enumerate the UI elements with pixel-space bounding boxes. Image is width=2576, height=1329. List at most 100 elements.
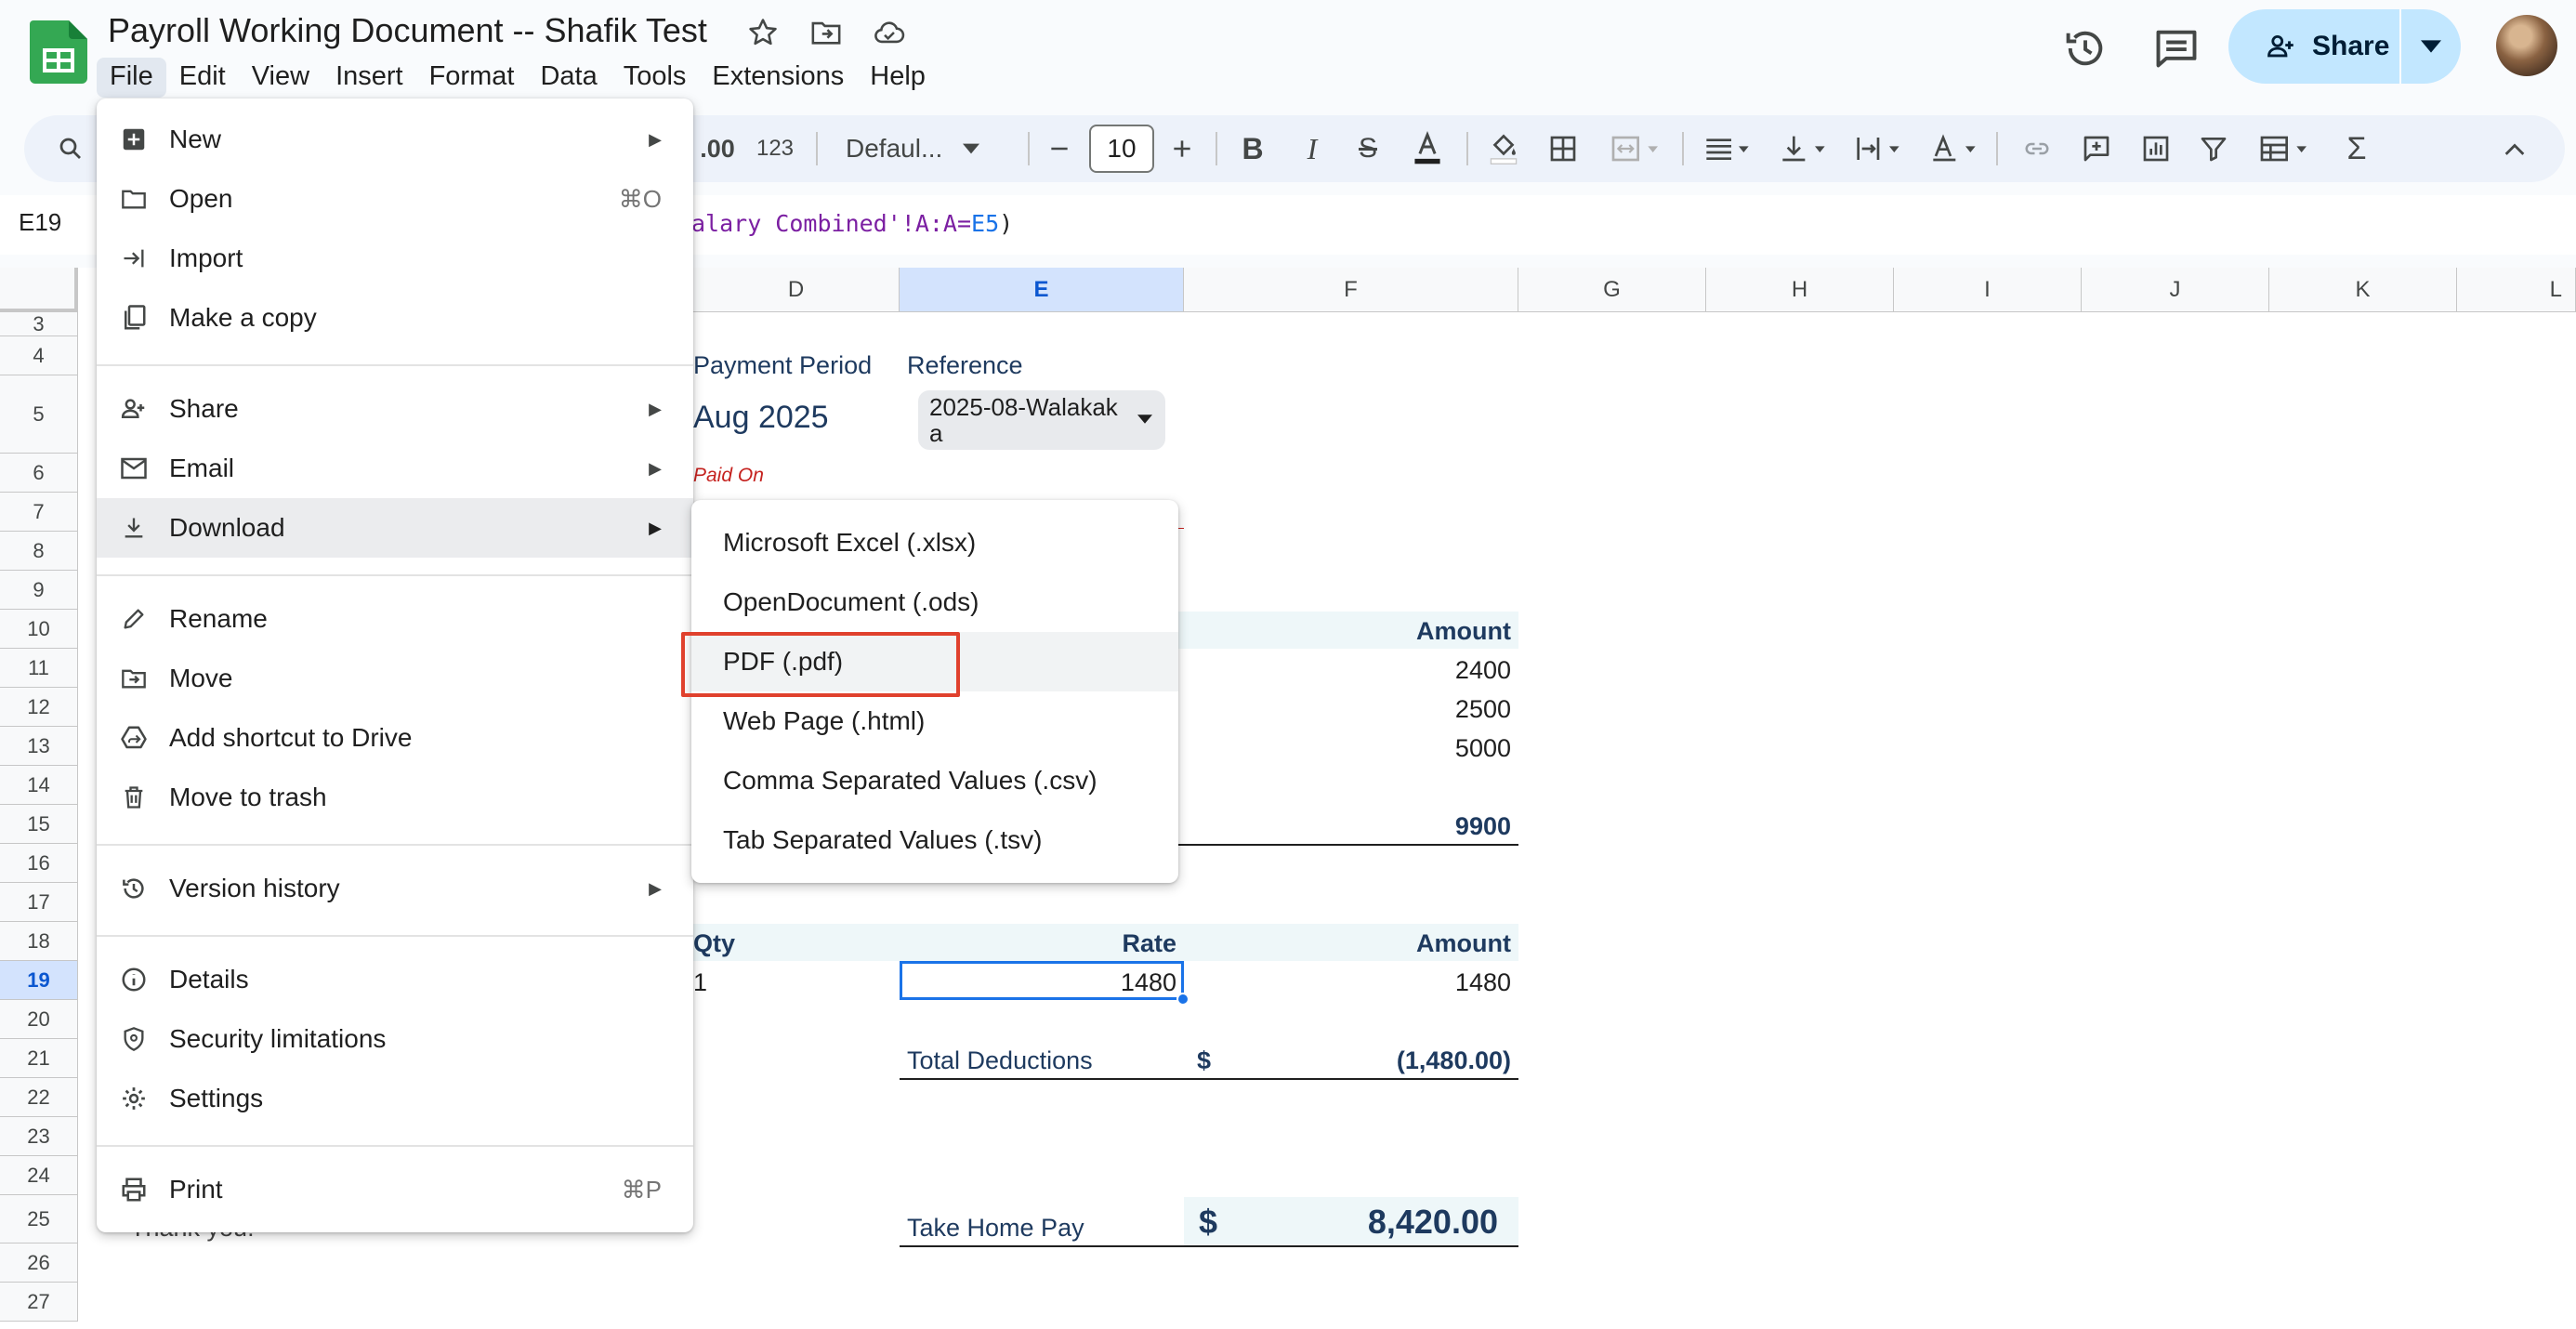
menu-item-add-shortcut[interactable]: Add shortcut to Drive (97, 708, 693, 768)
font-family-select[interactable]: Defaul... (833, 115, 1019, 182)
deductions-qty[interactable]: 1 (693, 968, 707, 997)
row-header-4[interactable]: 4 (0, 336, 78, 375)
row-header-5[interactable]: 5 (0, 375, 78, 454)
take-home-value[interactable]: 8,420.00 (1368, 1203, 1498, 1242)
row-header-23[interactable]: 23 (0, 1117, 78, 1156)
row-header-8[interactable]: 8 (0, 532, 78, 571)
menu-item-print[interactable]: Print ⌘P (97, 1160, 693, 1219)
row-header-13[interactable]: 13 (0, 727, 78, 766)
row-header-17[interactable]: 17 (0, 883, 78, 922)
insert-chart-icon[interactable] (2132, 115, 2180, 182)
earnings-value-2[interactable]: 2500 (1455, 695, 1511, 724)
menu-item-rename[interactable]: Rename (97, 589, 693, 649)
row-header-3[interactable]: 3 (0, 312, 78, 336)
earnings-value-1[interactable]: 2400 (1455, 656, 1511, 685)
row-header-9[interactable]: 9 (0, 571, 78, 610)
column-header-e[interactable]: E (900, 268, 1184, 312)
row-header-12[interactable]: 12 (0, 688, 78, 727)
bold-icon[interactable]: B (1229, 115, 1277, 182)
menu-item-email[interactable]: Email ▶ (97, 439, 693, 498)
menu-data[interactable]: Data (527, 58, 610, 98)
star-icon[interactable] (743, 13, 782, 52)
collapse-toolbar-icon[interactable] (2491, 115, 2539, 182)
italic-icon[interactable]: I (1288, 115, 1336, 182)
move-folder-icon[interactable] (807, 13, 846, 52)
reference-dropdown[interactable]: 2025-08-Walakak a (918, 390, 1165, 450)
download-xlsx[interactable]: Microsoft Excel (.xlsx) (691, 513, 1178, 572)
cloud-status-icon[interactable] (870, 13, 909, 52)
menu-tools[interactable]: Tools (611, 58, 700, 98)
text-wrapping-icon[interactable] (1846, 115, 1911, 182)
menu-item-move-to-trash[interactable]: Move to trash (97, 768, 693, 827)
row-header-19[interactable]: 19 (0, 961, 78, 1000)
menu-item-version-history[interactable]: Version history ▶ (97, 859, 693, 918)
sheets-logo-icon[interactable] (30, 20, 87, 84)
row-header-10[interactable]: 10 (0, 610, 78, 649)
menu-item-settings[interactable]: Settings (97, 1069, 693, 1128)
row-header-25[interactable]: 25 (0, 1195, 78, 1243)
earnings-value-3[interactable]: 5000 (1455, 734, 1511, 763)
menu-help[interactable]: Help (857, 58, 939, 98)
selected-cell-e19[interactable] (900, 961, 1184, 1000)
row-header-21[interactable]: 21 (0, 1039, 78, 1078)
row-header-26[interactable]: 26 (0, 1243, 78, 1283)
select-all-corner[interactable] (0, 268, 78, 312)
search-menus-icon[interactable] (52, 115, 89, 182)
row-header-6[interactable]: 6 (0, 454, 78, 493)
download-html[interactable]: Web Page (.html) (691, 691, 1178, 751)
avatar[interactable] (2496, 15, 2557, 76)
row-header-16[interactable]: 16 (0, 844, 78, 883)
row-header-11[interactable]: 11 (0, 649, 78, 688)
row-header-27[interactable]: 27 (0, 1283, 78, 1322)
deductions-amount[interactable]: 1480 (1455, 968, 1511, 997)
version-history-icon[interactable] (2061, 24, 2109, 72)
text-color-icon[interactable] (1403, 115, 1452, 182)
menu-item-share[interactable]: Share ▶ (97, 379, 693, 439)
download-ods[interactable]: OpenDocument (.ods) (691, 572, 1178, 632)
merge-cells-icon[interactable] (1598, 115, 1673, 182)
download-csv[interactable]: Comma Separated Values (.csv) (691, 751, 1178, 810)
share-main[interactable]: Share (2228, 9, 2399, 84)
column-header-f[interactable]: F (1184, 268, 1518, 312)
row-header-7[interactable]: 7 (0, 493, 78, 532)
row-header-24[interactable]: 24 (0, 1156, 78, 1195)
column-header-j[interactable]: J (2082, 268, 2269, 312)
strikethrough-icon[interactable]: S (1344, 115, 1392, 182)
menu-item-download[interactable]: Download ▶ (97, 498, 693, 558)
fill-handle[interactable] (1176, 993, 1189, 1006)
download-tsv[interactable]: Tab Separated Values (.tsv) (691, 810, 1178, 870)
functions-icon[interactable]: Σ (2333, 115, 2381, 182)
menu-format[interactable]: Format (416, 58, 528, 98)
insert-link-icon[interactable] (2013, 115, 2061, 182)
share-options-button[interactable] (2401, 40, 2461, 53)
column-header-g[interactable]: G (1518, 268, 1706, 312)
earnings-total[interactable]: 9900 (1455, 812, 1511, 841)
menu-item-import[interactable]: Import (97, 229, 693, 288)
fill-color-icon[interactable] (1479, 115, 1528, 182)
insert-comment-icon[interactable] (2072, 115, 2121, 182)
menu-item-new[interactable]: New ▶ (97, 110, 693, 169)
menu-extensions[interactable]: Extensions (699, 58, 857, 98)
share-button[interactable]: Share (2228, 9, 2461, 84)
menu-item-open[interactable]: Open ⌘O (97, 169, 693, 229)
row-header-18[interactable]: 18 (0, 922, 78, 961)
total-deductions-value[interactable]: (1,480.00) (1397, 1046, 1511, 1075)
increase-font-size-icon[interactable] (1160, 115, 1204, 182)
row-header-14[interactable]: 14 (0, 766, 78, 805)
column-header-i[interactable]: I (1894, 268, 2082, 312)
menu-item-security[interactable]: Security limitations (97, 1009, 693, 1069)
comments-icon[interactable] (2152, 24, 2201, 72)
menu-insert[interactable]: Insert (322, 58, 416, 98)
menu-item-details[interactable]: Details (97, 950, 693, 1009)
formula-input[interactable]: alary Combined'!A:A=E5) (691, 210, 1013, 237)
menu-file[interactable]: File (97, 58, 166, 98)
borders-icon[interactable] (1539, 115, 1587, 182)
row-header-22[interactable]: 22 (0, 1078, 78, 1117)
menu-view[interactable]: View (239, 58, 322, 98)
document-title[interactable]: Payroll Working Document -- Shafik Test (108, 11, 707, 50)
text-rotation-icon[interactable] (1922, 115, 1987, 182)
row-header-15[interactable]: 15 (0, 805, 78, 844)
increase-decimal-button[interactable]: .00 (690, 115, 745, 182)
decrease-font-size-icon[interactable] (1037, 115, 1082, 182)
column-header-l[interactable]: L (2457, 268, 2576, 312)
